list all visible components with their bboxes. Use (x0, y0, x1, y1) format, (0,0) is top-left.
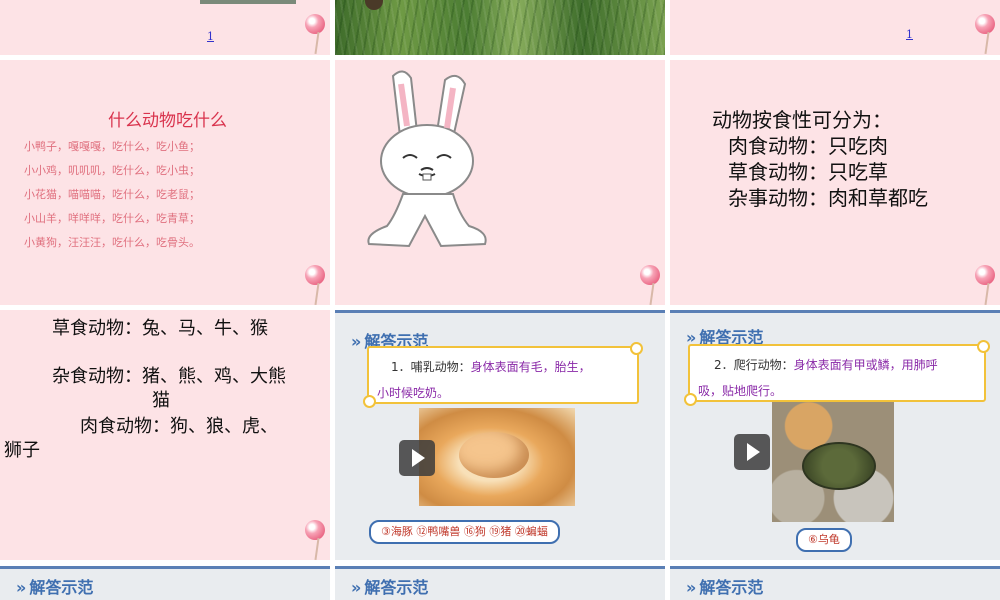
slide-title: » 解答示范 (16, 578, 94, 597)
scroll-curl (630, 342, 643, 355)
diet-heading: 动物按食性可分为： (712, 108, 892, 132)
slide-top-middle[interactable] (335, 0, 665, 55)
diet-item: 杂事动物：肉和草都吃 (728, 186, 928, 210)
slide-bottom-middle[interactable]: » 解答示范 (335, 566, 665, 600)
header-bar (670, 566, 1000, 569)
question-scroll: 2．爬行动物：身体表面有甲或鳞，用肺呼 吸，贴地爬行。 (684, 340, 990, 406)
grass-image (335, 0, 665, 55)
lollipop-icon (640, 265, 662, 305)
lollipop-icon (305, 265, 327, 305)
scroll-curl (977, 340, 990, 353)
play-button[interactable] (399, 440, 435, 476)
rabbit-illustration (367, 70, 487, 248)
kitten-image (459, 432, 529, 478)
slide-top-right[interactable]: 1 (670, 0, 1000, 55)
slide-title: » 解答示范 (686, 578, 764, 597)
header-bar (670, 310, 1000, 313)
page-number: 1 (207, 30, 214, 43)
poem-line: 小山羊，咩咩咩，吃什么，吃青草； (24, 212, 200, 225)
double-chevron-icon: » (351, 578, 362, 597)
question-scroll: 1．哺乳动物：身体表面有毛，胎生， 小时候吃奶。 (363, 342, 643, 408)
play-button[interactable] (734, 434, 770, 470)
turtle-image (802, 442, 876, 490)
header-bar (0, 566, 330, 569)
double-chevron-icon: » (686, 578, 697, 597)
slide-top-left[interactable]: 1 (0, 0, 330, 55)
lollipop-icon (975, 14, 997, 55)
question-desc-cont: 吸，贴地爬行。 (698, 384, 783, 398)
lollipop-icon (305, 14, 327, 55)
poem-line: 小鸭子，嘎嘎嘎，吃什么，吃小鱼； (24, 140, 200, 153)
slide-bottom-left[interactable]: » 解答示范 (0, 566, 330, 600)
herbivore-list: 草食动物：兔、马、牛、猴 (52, 318, 268, 339)
carnivore-list: 肉食动物：狗、狼、虎、 (80, 416, 278, 437)
kitten-video[interactable] (419, 408, 575, 506)
omnivore-list-cont: 猫 (152, 390, 170, 411)
question-label: 1．哺乳动物： (391, 360, 471, 374)
lollipop-icon (305, 520, 327, 560)
answer-badge: ⑥乌龟 (796, 528, 852, 552)
slide-animal-lists[interactable]: 草食动物：兔、马、牛、猴 杂食动物：猪、熊、鸡、大熊 猫 肉食动物：狗、狼、虎、… (0, 310, 330, 560)
double-chevron-icon: » (16, 578, 27, 597)
turtle-video[interactable] (772, 402, 894, 522)
slide-poem[interactable]: 什么动物吃什么 小鸭子，嘎嘎嘎，吃什么，吃小鱼； 小小鸡，叽叽叽，吃什么，吃小虫… (0, 60, 330, 305)
answer-badge: ③海豚 ⑫鸭嘴兽 ⑯狗 ⑲猪 ⑳蝙蝠 (369, 520, 560, 544)
scroll-curl (363, 395, 376, 408)
question-desc: 身体表面有毛，胎生， (470, 360, 591, 374)
poem-line: 小花猫，喵喵喵，吃什么，吃老鼠； (24, 188, 200, 201)
header-bar (335, 310, 665, 313)
question-desc-cont: 小时候吃奶。 (377, 386, 450, 400)
slide-reptile[interactable]: » 解答示范 2．爬行动物：身体表面有甲或鳞，用肺呼 吸，贴地爬行。 ⑥乌龟 (670, 310, 1000, 560)
carnivore-list-cont: 狮子 (4, 440, 40, 461)
header-bar (335, 566, 665, 569)
slide-rabbit[interactable] (335, 60, 665, 305)
slide-bottom-right[interactable]: » 解答示范 (670, 566, 1000, 600)
question-label: 2．爬行动物： (714, 358, 794, 372)
diet-item: 肉食动物：只吃肉 (728, 134, 888, 158)
scroll-curl (684, 393, 697, 406)
poem-title: 什么动物吃什么 (108, 111, 227, 131)
poem-line: 小小鸡，叽叽叽，吃什么，吃小虫； (24, 164, 200, 177)
slide-title: » 解答示范 (351, 578, 429, 597)
slide-diet-types[interactable]: 动物按食性可分为： 肉食动物：只吃肉 草食动物：只吃草 杂事动物：肉和草都吃 (670, 60, 1000, 305)
slide-image-fragment (200, 0, 296, 4)
lollipop-icon (975, 265, 997, 305)
double-chevron-icon: » (351, 332, 362, 351)
page-number: 1 (906, 28, 913, 41)
diet-item: 草食动物：只吃草 (728, 160, 888, 184)
slide-mammal[interactable]: » 解答示范 1．哺乳动物：身体表面有毛，胎生， 小时候吃奶。 ③海豚 ⑫鸭嘴兽 ⑯… (335, 310, 665, 560)
omnivore-list: 杂食动物：猪、熊、鸡、大熊 (52, 366, 286, 387)
question-desc: 身体表面有甲或鳞，用肺呼 (793, 358, 938, 372)
poem-line: 小黄狗，汪汪汪，吃什么，吃骨头。 (24, 236, 200, 249)
